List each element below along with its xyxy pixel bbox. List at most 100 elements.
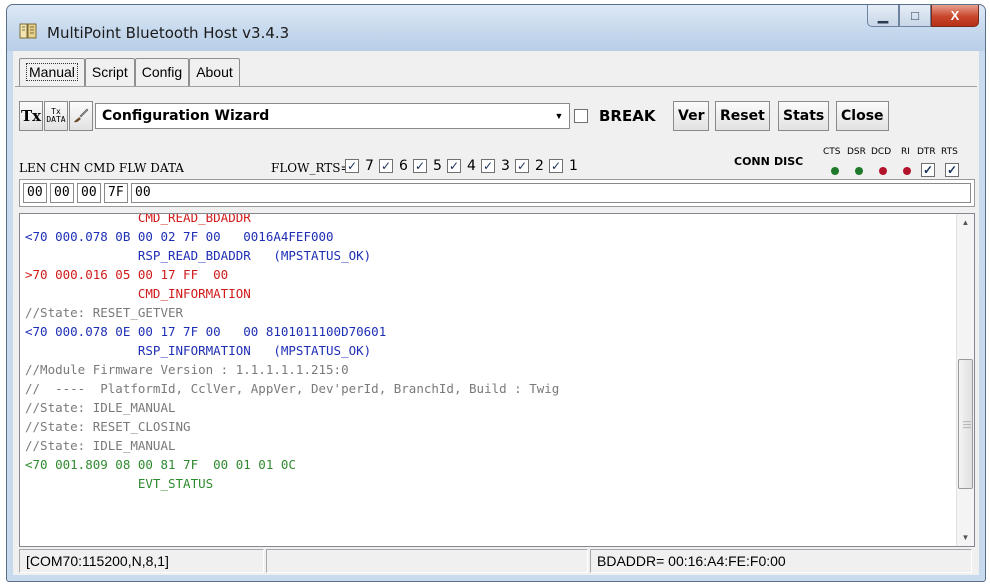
cts-label: CTS [823,147,841,157]
log-scrollbar[interactable]: ▲ — — — ▼ [956,214,974,546]
disc-label[interactable]: DISC [774,155,803,168]
log-line: <70 001.809 08 00 81 7F 00 01 01 0C [25,457,296,472]
chevron-down-icon[interactable]: ▼ [550,105,568,127]
log-line: RSP_READ_BDADDR (MPSTATUS_OK) [25,248,372,263]
packet-fields: 00 00 00 7F 00 [19,179,975,207]
checkbox[interactable]: ✓ [515,159,529,173]
flow-rts-7[interactable]: ✓ 7 [345,158,374,174]
tab-label: Manual [26,63,78,81]
tab-label: Script [91,64,128,80]
dtr-label: DTR [917,147,936,157]
window-title: MultiPoint Bluetooth Host v3.4.3 [47,24,290,42]
checkbox[interactable]: ✓ [379,159,393,173]
rts-checkbox[interactable]: ✓ [945,163,959,177]
log-line: //Module Firmware Version : 1.1.1.1.1.21… [25,362,349,377]
flow-num: 7 [365,158,374,174]
dsr-label: DSR [847,147,866,157]
status-middle [266,549,588,573]
window-controls: ▁ □ X [867,5,979,27]
ri-label: RI [901,147,910,157]
log-line: // ---- PlatformId, CclVer, AppVer, Dev'… [25,381,560,396]
flow-rts-6[interactable]: ✓ 6 [379,158,408,174]
conn-label[interactable]: CONN [734,155,770,168]
tx-button[interactable]: Tx [19,101,43,131]
log-line: CMD_READ_BDADDR [25,213,251,225]
flow-rts-3[interactable]: ✓ 3 [481,158,510,174]
tab-label: Config [141,64,183,80]
brush-icon [74,108,89,123]
flow-num: 2 [535,158,544,174]
dcd-label: DCD [871,147,892,157]
tab-script[interactable]: Script [84,58,135,86]
dsr-led [855,167,863,175]
dtr-checkbox[interactable]: ✓ [921,163,935,177]
combo-value: Configuration Wizard [102,108,270,124]
log-line: CMD_INFORMATION [25,286,251,301]
close-button[interactable]: Close [836,101,889,131]
app-icon [19,23,37,39]
status-port: [COM70:115200,N,8,1] [19,549,264,573]
column-headers: LEN CHN CMD FLW DATA [19,161,184,175]
checkbox[interactable]: ✓ [481,159,495,173]
flow-rts-5[interactable]: ✓ 5 [413,158,442,174]
close-icon: X [950,8,960,23]
checkbox[interactable]: ✓ [413,159,427,173]
log-line: >70 000.016 05 00 17 FF 00 [25,267,229,282]
flow-rts-4[interactable]: ✓ 4 [447,158,476,174]
reset-button[interactable]: Reset [715,101,770,131]
cmd-field[interactable]: 00 [77,183,101,203]
tab-manual[interactable]: Manual [19,58,85,86]
tab-strip: Manual Script Config About [19,58,240,86]
rts-label: RTS [941,147,958,157]
flow-num: 1 [569,158,578,174]
len-field[interactable]: 00 [23,183,47,203]
clear-button[interactable] [69,101,93,131]
data-field[interactable]: 00 [131,183,971,203]
log-lines: CMD_READ_BDADDR <70 000.078 0B 00 02 7F 0… [20,213,955,493]
title-bar[interactable]: MultiPoint Bluetooth Host v3.4.3 ▁ □ X [7,5,985,51]
tab-about[interactable]: About [189,58,240,86]
flw-field[interactable]: 7F [104,183,128,203]
break-checkbox[interactable] [574,109,588,123]
app-window: MultiPoint Bluetooth Host v3.4.3 ▁ □ X M… [6,4,986,582]
log-output[interactable]: CMD_READ_BDADDR <70 000.078 0B 00 02 7F 0… [19,213,975,547]
tx-label: Tx [20,107,42,125]
log-line: <70 000.078 0E 00 17 7F 00 00 8101011100… [25,324,387,339]
tab-config[interactable]: Config [134,58,190,86]
scroll-up-icon[interactable]: ▲ [957,214,974,231]
log-line: //State: IDLE_MANUAL [25,438,176,453]
status-bdaddr: BDADDR= 00:16:A4:FE:F0:00 [590,549,972,573]
ri-led [903,167,911,175]
maximize-button[interactable]: □ [899,5,931,27]
grip-icon: — — — [963,417,971,432]
log-line: //State: IDLE_MANUAL [25,400,176,415]
flow-num: 5 [433,158,442,174]
command-combo[interactable]: Configuration Wizard ▼ [95,103,570,129]
log-line: //State: RESET_CLOSING [25,419,191,434]
flow-rts-2[interactable]: ✓ 2 [515,158,544,174]
cts-led [831,167,839,175]
client-area: Manual Script Config About Tx Tx DATA Con… [13,51,979,575]
checkbox[interactable]: ✓ [549,159,563,173]
chn-field[interactable]: 00 [50,183,74,203]
log-line: //State: RESET_GETVER [25,305,184,320]
scroll-thumb[interactable]: — — — [958,359,973,489]
flow-rts-1[interactable]: ✓ 1 [549,158,578,174]
minimize-button[interactable]: ▁ [867,5,899,27]
log-line: <70 000.078 0B 00 02 7F 00 0016A4FEF000 [25,229,334,244]
toolbar: Tx Tx DATA Configuration Wizard ▼ BREAK V… [19,101,975,133]
flow-num: 4 [467,158,476,174]
checkbox[interactable]: ✓ [447,159,461,173]
maximize-icon: □ [911,8,919,23]
close-window-button[interactable]: X [931,5,979,27]
status-bar: [COM70:115200,N,8,1] BDADDR= 00:16:A4:FE… [19,549,975,573]
tx-data-label: Tx DATA [46,107,66,124]
tx-data-button[interactable]: Tx DATA [44,101,68,131]
tab-divider [15,86,977,87]
stats-button[interactable]: Stats [778,101,830,131]
flow-num: 6 [399,158,408,174]
ver-button[interactable]: Ver [673,101,710,131]
scroll-down-icon[interactable]: ▼ [957,529,974,546]
flow-num: 3 [501,158,510,174]
checkbox[interactable]: ✓ [345,159,359,173]
